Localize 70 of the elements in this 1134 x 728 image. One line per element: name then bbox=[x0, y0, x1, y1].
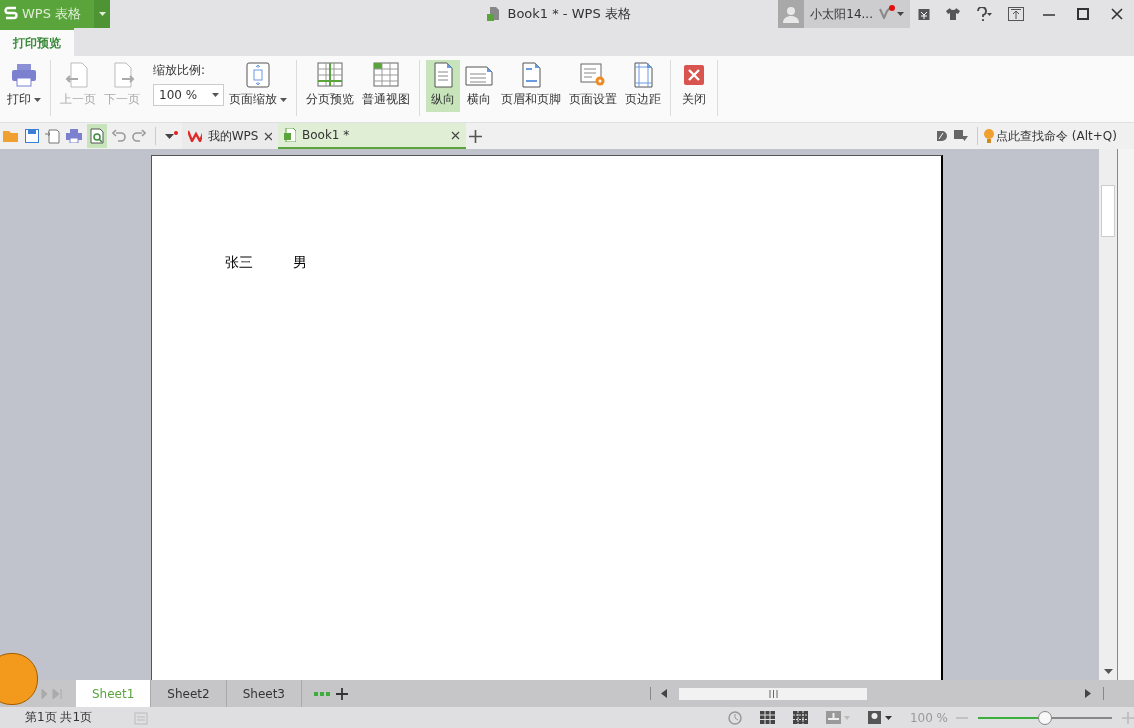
redo-icon[interactable] bbox=[132, 129, 146, 143]
skin-icon[interactable] bbox=[936, 130, 948, 142]
lightbulb-icon bbox=[984, 128, 994, 144]
horizontal-scrollbar[interactable] bbox=[650, 687, 1104, 700]
print-preview-button[interactable] bbox=[87, 124, 107, 148]
reading-mode-icon[interactable] bbox=[867, 711, 892, 724]
caret-icon bbox=[34, 97, 41, 102]
ribbon-button[interactable]: 页眉和页脚 bbox=[498, 60, 564, 112]
document-tab[interactable]: Book1 * bbox=[278, 123, 466, 149]
resize-icon bbox=[244, 62, 272, 88]
printer-icon bbox=[10, 62, 38, 88]
command-search-field[interactable]: 点此查找命令 (Alt+Q) bbox=[984, 128, 1126, 144]
zoom-slider[interactable] bbox=[978, 709, 1112, 726]
orientation-toggle[interactable]: 横向 bbox=[462, 60, 496, 112]
spreadsheet-icon bbox=[284, 128, 296, 142]
scroll-thumb[interactable] bbox=[1101, 185, 1115, 237]
export-pdf-icon[interactable] bbox=[45, 128, 60, 144]
undo-icon[interactable] bbox=[112, 129, 126, 143]
printer-icon[interactable] bbox=[66, 129, 82, 143]
help-icon[interactable] bbox=[976, 7, 992, 21]
scroll-right-icon[interactable] bbox=[1085, 689, 1091, 698]
ribbon-button[interactable]: 页边距 bbox=[622, 60, 664, 112]
normal-view-icon[interactable] bbox=[759, 711, 775, 724]
maximize-icon[interactable] bbox=[1077, 8, 1089, 20]
page-gear-icon bbox=[579, 62, 607, 88]
save-icon[interactable] bbox=[25, 129, 39, 143]
preview-icon bbox=[90, 128, 104, 144]
cell-text: 张三 bbox=[225, 254, 253, 272]
page-break-view-icon[interactable] bbox=[792, 711, 808, 724]
add-sheet-icon[interactable] bbox=[336, 687, 348, 700]
wallet-icon[interactable] bbox=[918, 7, 930, 21]
ribbon-button[interactable]: 打印 bbox=[4, 60, 44, 112]
caret-icon bbox=[897, 12, 904, 16]
orientation-toggle[interactable]: 纵向 bbox=[426, 60, 460, 112]
grid-icon bbox=[372, 62, 400, 88]
customize-dropdown-icon[interactable] bbox=[165, 131, 179, 141]
document-icon bbox=[487, 6, 502, 22]
zoom-label: 缩放比例: bbox=[153, 62, 207, 79]
caret-icon bbox=[280, 97, 287, 102]
cell-text: 男 bbox=[293, 254, 307, 272]
page-layout-icon[interactable] bbox=[825, 711, 850, 724]
ribbon-button[interactable]: 页面缩放 bbox=[226, 60, 290, 112]
close-tab-icon[interactable] bbox=[264, 131, 272, 141]
close-tab-icon[interactable] bbox=[451, 130, 460, 140]
slider-thumb[interactable] bbox=[1038, 710, 1052, 725]
caret-icon bbox=[98, 12, 106, 16]
ribbon-tab[interactable]: 打印预览 bbox=[0, 28, 74, 56]
caret-icon bbox=[212, 93, 219, 97]
upload-icon[interactable] bbox=[1008, 7, 1024, 21]
page-info: 第1页 共1页 bbox=[25, 709, 93, 726]
shirt-icon[interactable] bbox=[946, 8, 960, 20]
user-account-button[interactable]: 小太阳14... bbox=[778, 0, 910, 28]
app-menu-dropdown[interactable] bbox=[94, 0, 110, 28]
document-tab[interactable]: 我的WPS bbox=[182, 123, 278, 149]
zoom-field[interactable]: 100 % bbox=[153, 84, 224, 106]
new-tab-icon[interactable] bbox=[469, 129, 482, 143]
wps-logo-icon bbox=[188, 130, 202, 142]
collapse-ribbon-icon[interactable] bbox=[954, 130, 968, 142]
grid-icon bbox=[316, 62, 344, 88]
scroll-down-icon[interactable] bbox=[1103, 669, 1113, 674]
ribbon-button[interactable]: 普通视图 bbox=[359, 60, 413, 112]
scroll-left-icon[interactable] bbox=[661, 689, 667, 698]
window-title: Book1 * - WPS 表格 bbox=[507, 5, 631, 23]
scroll-thumb[interactable] bbox=[679, 687, 867, 700]
ribbon-button[interactable]: 关闭 bbox=[677, 60, 711, 112]
ribbon-button[interactable]: 页面设置 bbox=[566, 60, 620, 112]
zoom-percentage: 100 % bbox=[909, 710, 948, 725]
close-icon[interactable] bbox=[1111, 8, 1123, 20]
ribbon-button[interactable]: 分页预览 bbox=[303, 60, 357, 112]
vertical-scrollbar[interactable] bbox=[1099, 149, 1117, 680]
